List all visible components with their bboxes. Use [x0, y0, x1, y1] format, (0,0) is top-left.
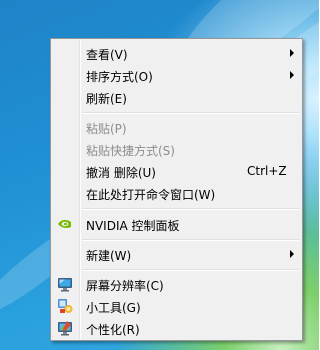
- gadgets-icon: [58, 299, 73, 313]
- menu-item-nvidia-control-panel[interactable]: NVIDIA 控制面板: [53, 213, 300, 235]
- menu-item-label: 刷新(E): [86, 92, 127, 106]
- menu-item-gadgets[interactable]: 小工具(G): [53, 295, 300, 317]
- menu-item-label: 粘贴(P): [86, 122, 127, 136]
- menu-item-sort-by[interactable]: 排序方式(O): [53, 64, 300, 86]
- submenu-arrow-icon: [290, 49, 294, 57]
- desktop-context-menu: 查看(V) 排序方式(O) 刷新(E) 粘贴(P) 粘贴快捷方式(S) 撤消 删…: [50, 38, 303, 341]
- menu-item-label: 新建(W): [86, 249, 132, 263]
- submenu-arrow-icon: [290, 71, 294, 79]
- menu-item-open-command-window[interactable]: 在此处打开命令窗口(W): [53, 182, 300, 204]
- submenu-arrow-icon: [290, 250, 294, 258]
- menu-item-label: 排序方式(O): [86, 70, 153, 84]
- menu-item-new[interactable]: 新建(W): [53, 243, 300, 265]
- menu-item-label: NVIDIA 控制面板: [86, 219, 180, 233]
- menu-separator: [82, 239, 299, 241]
- menu-item-label: 小工具(G): [86, 301, 141, 315]
- menu-item-personalize[interactable]: 个性化(R): [53, 317, 300, 339]
- menu-item-label: 粘贴快捷方式(S): [86, 144, 175, 158]
- menu-item-label: 屏幕分辨率(C): [86, 279, 164, 293]
- menu-item-paste[interactable]: 粘贴(P): [53, 116, 300, 138]
- menu-separator: [82, 269, 299, 271]
- monitor-icon: [58, 278, 72, 292]
- menu-item-undo-delete[interactable]: 撤消 删除(U) Ctrl+Z: [53, 160, 300, 182]
- nvidia-icon: [58, 219, 71, 228]
- menu-item-label: 查看(V): [86, 48, 128, 62]
- menu-item-view[interactable]: 查看(V): [53, 42, 300, 64]
- menu-separator: [82, 112, 299, 114]
- menu-separator: [82, 208, 299, 210]
- menu-item-screen-resolution[interactable]: 屏幕分辨率(C): [53, 273, 300, 295]
- menu-item-label: 在此处打开命令窗口(W): [86, 188, 216, 202]
- menu-item-label: 撤消 删除(U): [86, 166, 156, 180]
- menu-item-label: 个性化(R): [86, 323, 140, 337]
- menu-item-paste-shortcut[interactable]: 粘贴快捷方式(S): [53, 138, 300, 160]
- menu-item-shortcut: Ctrl+Z: [247, 164, 287, 178]
- menu-item-refresh[interactable]: 刷新(E): [53, 86, 300, 108]
- personalize-icon: [58, 321, 72, 336]
